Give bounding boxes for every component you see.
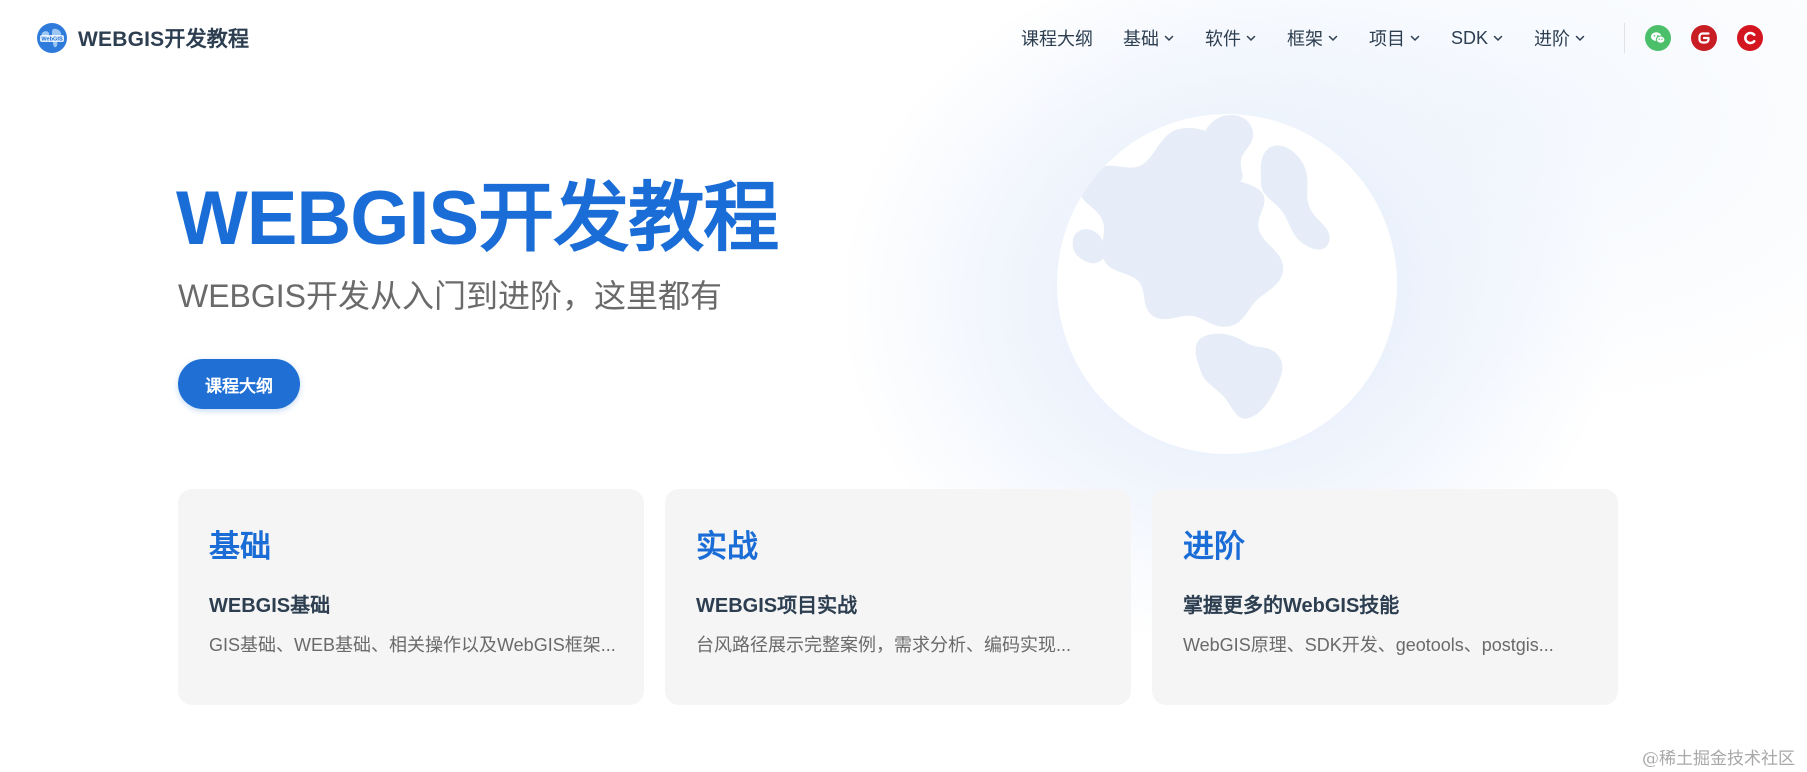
feature-subtitle: 掌握更多的WebGIS技能 <box>1183 595 1400 617</box>
social-links <box>1645 25 1763 51</box>
watermark: @稀土掘金技术社区 <box>1642 749 1795 769</box>
feature-card-basics[interactable]: 基础 WEBGIS基础 GIS基础、WEB基础、相关操作以及WebGIS框架..… <box>178 489 644 705</box>
feature-subtitle: WEBGIS项目实战 <box>696 595 858 617</box>
brand-link[interactable]: WebGIS WEBGIS开发教程 <box>36 22 249 54</box>
gitee-icon[interactable] <box>1691 25 1717 51</box>
feature-description: WebGIS原理、SDK开发、geotools、postgis... <box>1183 635 1554 655</box>
chevron-down-icon <box>1493 35 1503 42</box>
feature-card-practice[interactable]: 实战 WEBGIS项目实战 台风路径展示完整案例，需求分析、编码实现... <box>665 489 1131 705</box>
feature-subtitle: WEBGIS基础 <box>209 595 331 617</box>
hero-tagline: WEBGIS开发从入门到进阶，这里都有 <box>178 278 723 314</box>
feature-cards: 基础 WEBGIS基础 GIS基础、WEB基础、相关操作以及WebGIS框架..… <box>178 489 1618 705</box>
nav-item-frameworks[interactable]: 框架 <box>1287 25 1339 51</box>
syllabus-button[interactable]: 课程大纲 <box>178 359 300 409</box>
feature-card-advanced[interactable]: 进阶 掌握更多的WebGIS技能 WebGIS原理、SDK开发、geotools… <box>1152 489 1618 705</box>
nav-item-label: 项目 <box>1368 29 1405 49</box>
feature-title: 实战 <box>696 529 758 564</box>
feature-title: 进阶 <box>1183 529 1245 564</box>
csdn-icon[interactable] <box>1737 25 1763 51</box>
logo-text: WebGIS <box>41 37 63 43</box>
nav-item-software[interactable]: 软件 <box>1205 25 1257 51</box>
nav-item-label: 进阶 <box>1534 29 1570 49</box>
nav-item-label: SDK <box>1450 27 1488 48</box>
nav-item-label: 基础 <box>1122 29 1159 49</box>
nav-item-label: 软件 <box>1204 29 1241 49</box>
wechat-icon[interactable] <box>1645 25 1671 51</box>
nav-item-advanced[interactable]: 进阶 <box>1534 25 1586 51</box>
nav-item-sdk[interactable]: SDK <box>1451 28 1504 49</box>
nav-item-projects[interactable]: 项目 <box>1369 25 1421 51</box>
chevron-down-icon <box>1164 35 1174 42</box>
brand-name: WEBGIS开发教程 <box>78 28 250 51</box>
nav-item-label: 课程大纲 <box>1020 29 1093 49</box>
feature-title: 基础 <box>209 529 271 564</box>
hero-title: WEBGIS开发教程 <box>176 176 779 261</box>
chevron-down-icon <box>1328 35 1338 42</box>
page: WebGIS WEBGIS开发教程 课程大纲 基础 软件 框架 项目 SDK 进… <box>0 0 1807 772</box>
chevron-down-icon <box>1575 35 1585 42</box>
chevron-down-icon <box>1410 35 1420 42</box>
feature-description: GIS基础、WEB基础、相关操作以及WebGIS框架... <box>209 635 616 655</box>
globe-logo-icon: WebGIS <box>37 23 67 53</box>
globe-icon <box>1057 114 1397 454</box>
nav-divider <box>1624 23 1625 53</box>
nav-item-syllabus[interactable]: 课程大纲 <box>1021 25 1093 51</box>
navbar: WebGIS WEBGIS开发教程 课程大纲 基础 软件 框架 项目 SDK 进… <box>0 0 1807 76</box>
chevron-down-icon <box>1246 35 1256 42</box>
nav-item-label: 框架 <box>1286 29 1323 49</box>
main-nav: 课程大纲 基础 软件 框架 项目 SDK 进阶 <box>1021 25 1586 51</box>
nav-item-basics[interactable]: 基础 <box>1123 25 1175 51</box>
feature-description: 台风路径展示完整案例，需求分析、编码实现... <box>696 635 1072 655</box>
